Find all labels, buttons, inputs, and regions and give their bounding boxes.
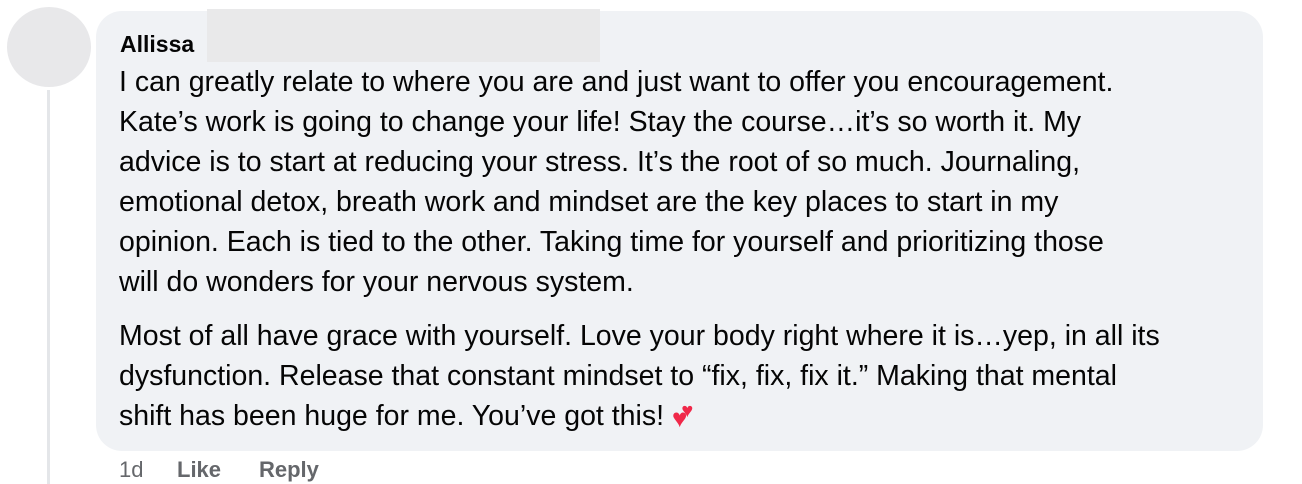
redacted-name-block [207,9,600,62]
avatar[interactable] [7,7,91,87]
like-button[interactable]: Like [177,456,259,484]
two-hearts-icon: ♥♥ [671,400,694,433]
comment-paragraph: Most of all have grace with yourself. Lo… [119,316,1244,436]
thread-line [47,90,50,484]
comment-actions: 1d Like Reply [119,456,319,484]
comment-paragraph-text: Most of all have grace with yourself. Lo… [119,320,1160,432]
comment-timestamp[interactable]: 1d [119,456,177,484]
comment-paragraph: I can greatly relate to where you are an… [119,66,1114,298]
comment-author[interactable]: Allissa [120,30,194,58]
reply-button[interactable]: Reply [259,456,319,484]
